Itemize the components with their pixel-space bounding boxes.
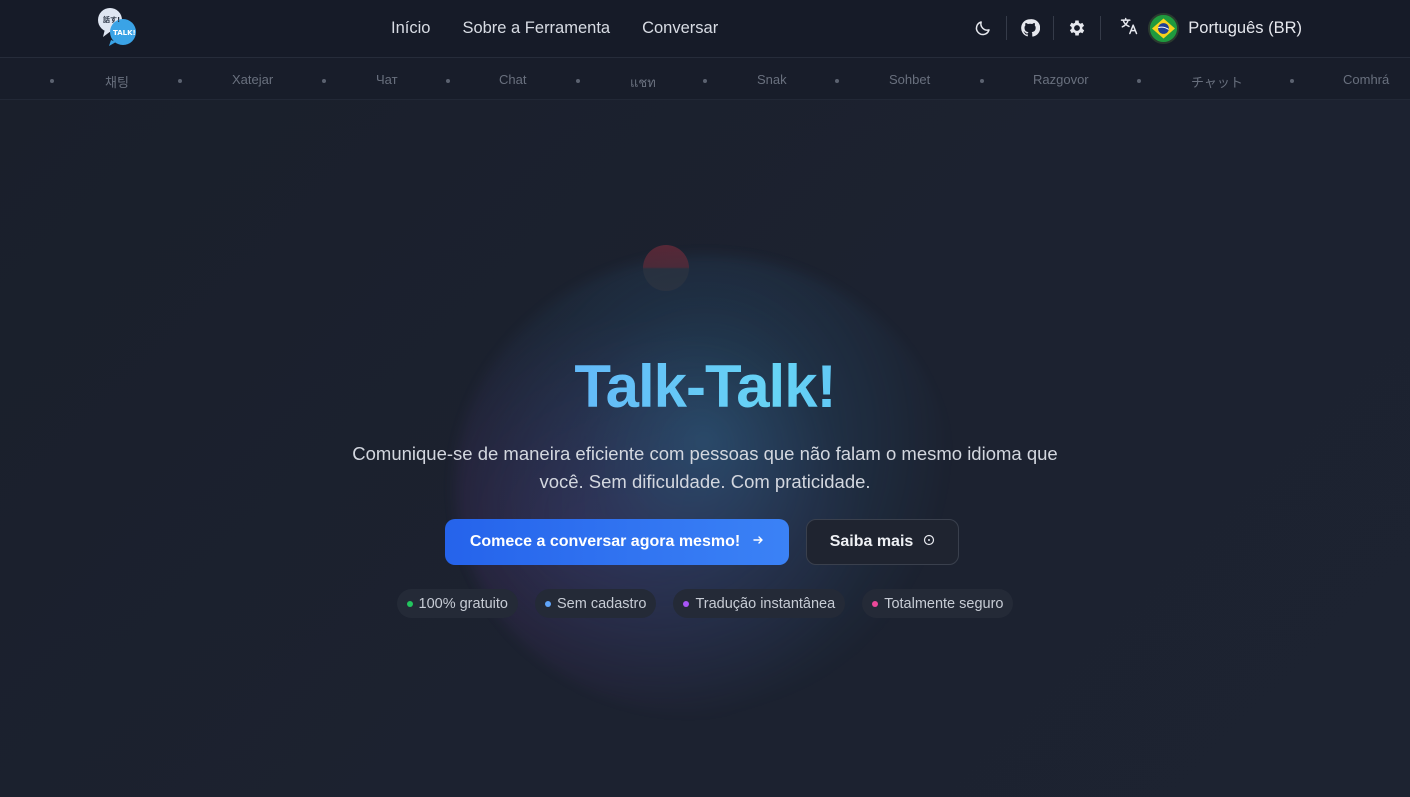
badge-free: 100% gratuito bbox=[396, 589, 518, 618]
svg-text:話す!: 話す! bbox=[103, 15, 120, 24]
badge-label: Tradução instantânea bbox=[695, 595, 836, 612]
marquee-dot bbox=[178, 79, 182, 83]
marquee-word: Comhrá bbox=[1343, 72, 1390, 87]
nav-link-conversar[interactable]: Conversar bbox=[642, 19, 718, 38]
badge-dot bbox=[683, 600, 690, 607]
marquee-dot bbox=[980, 79, 984, 83]
decorative-orb bbox=[643, 245, 689, 291]
language-selector[interactable]: Português (BR) bbox=[1105, 12, 1302, 44]
learn-more-label: Saiba mais bbox=[829, 533, 914, 550]
hero-subtitle-line-1: Comunique-se de maneira eficiente com pe… bbox=[352, 443, 1058, 464]
nav-link-sobre[interactable]: Sobre a Ferramenta bbox=[462, 19, 610, 38]
marquee-dot bbox=[1290, 79, 1294, 83]
svg-text:TALK!: TALK! bbox=[113, 29, 136, 37]
marquee-dot bbox=[50, 79, 54, 83]
marquee-dot bbox=[835, 79, 839, 83]
language-label: Português (BR) bbox=[1188, 18, 1302, 37]
info-circle-icon bbox=[923, 533, 935, 551]
top-header: 話す! TALK! Início Sobre a Ferramenta Conv… bbox=[0, 0, 1410, 58]
marquee-dot bbox=[322, 79, 326, 83]
language-marquee: 채팅 Xatejar Чат Chat แชท Snak Sohbet Razg… bbox=[0, 58, 1410, 100]
brazil-flag-icon bbox=[1148, 12, 1180, 44]
github-icon bbox=[1020, 18, 1041, 38]
header-actions: Português (BR) bbox=[960, 0, 1302, 56]
gear-icon bbox=[1067, 18, 1087, 38]
moon-icon bbox=[974, 19, 992, 37]
marquee-word: Sohbet bbox=[889, 72, 931, 87]
marquee-word: Chat bbox=[499, 72, 527, 87]
badge-no-signup: Sem cadastro bbox=[534, 589, 657, 618]
marquee-dot bbox=[446, 79, 450, 83]
marquee-word: Чат bbox=[376, 72, 398, 87]
settings-button[interactable] bbox=[1054, 8, 1100, 48]
badge-dot bbox=[544, 600, 551, 607]
translate-icon bbox=[1119, 16, 1139, 41]
marquee-word: Snak bbox=[757, 72, 787, 87]
marquee-word: 채팅 bbox=[105, 75, 129, 90]
arrow-right-icon bbox=[752, 533, 764, 551]
feature-badges: 100% gratuito Sem cadastro Tradução inst… bbox=[0, 589, 1410, 618]
badge-dot bbox=[406, 600, 413, 607]
badge-label: Totalmente seguro bbox=[884, 595, 1004, 612]
hero-subtitle-line-2: você. Sem dificuldade. Com praticidade. bbox=[539, 471, 871, 492]
marquee-dot bbox=[703, 79, 707, 83]
theme-toggle-button[interactable] bbox=[960, 8, 1006, 48]
badge-label: Sem cadastro bbox=[556, 595, 647, 612]
marquee-word: チャット bbox=[1191, 75, 1243, 90]
talk-talk-logo[interactable]: 話す! TALK! bbox=[97, 7, 139, 47]
hero-title: Talk-Talk! bbox=[0, 352, 1410, 421]
badge-dot bbox=[872, 600, 879, 607]
badge-secure: Totalmente seguro bbox=[862, 589, 1014, 618]
learn-more-button[interactable]: Saiba mais bbox=[806, 519, 959, 565]
nav-link-inicio[interactable]: Início bbox=[391, 19, 430, 38]
start-chat-label: Comece a conversar agora mesmo! bbox=[469, 533, 741, 550]
hero-subtitle: Comunique-se de maneira eficiente com pe… bbox=[320, 440, 1090, 496]
github-button[interactable] bbox=[1007, 8, 1053, 48]
main-nav: Início Sobre a Ferramenta Conversar bbox=[391, 0, 718, 56]
badge-instant-translation: Tradução instantânea bbox=[673, 589, 846, 618]
marquee-dot bbox=[1137, 79, 1141, 83]
badge-label: 100% gratuito bbox=[418, 595, 508, 612]
marquee-dot bbox=[576, 79, 580, 83]
divider bbox=[1100, 16, 1102, 40]
start-chat-button[interactable]: Comece a conversar agora mesmo! bbox=[445, 519, 789, 565]
marquee-word: Xatejar bbox=[232, 72, 274, 87]
marquee-word: Razgovor bbox=[1033, 72, 1089, 87]
marquee-word: แชท bbox=[630, 75, 656, 90]
